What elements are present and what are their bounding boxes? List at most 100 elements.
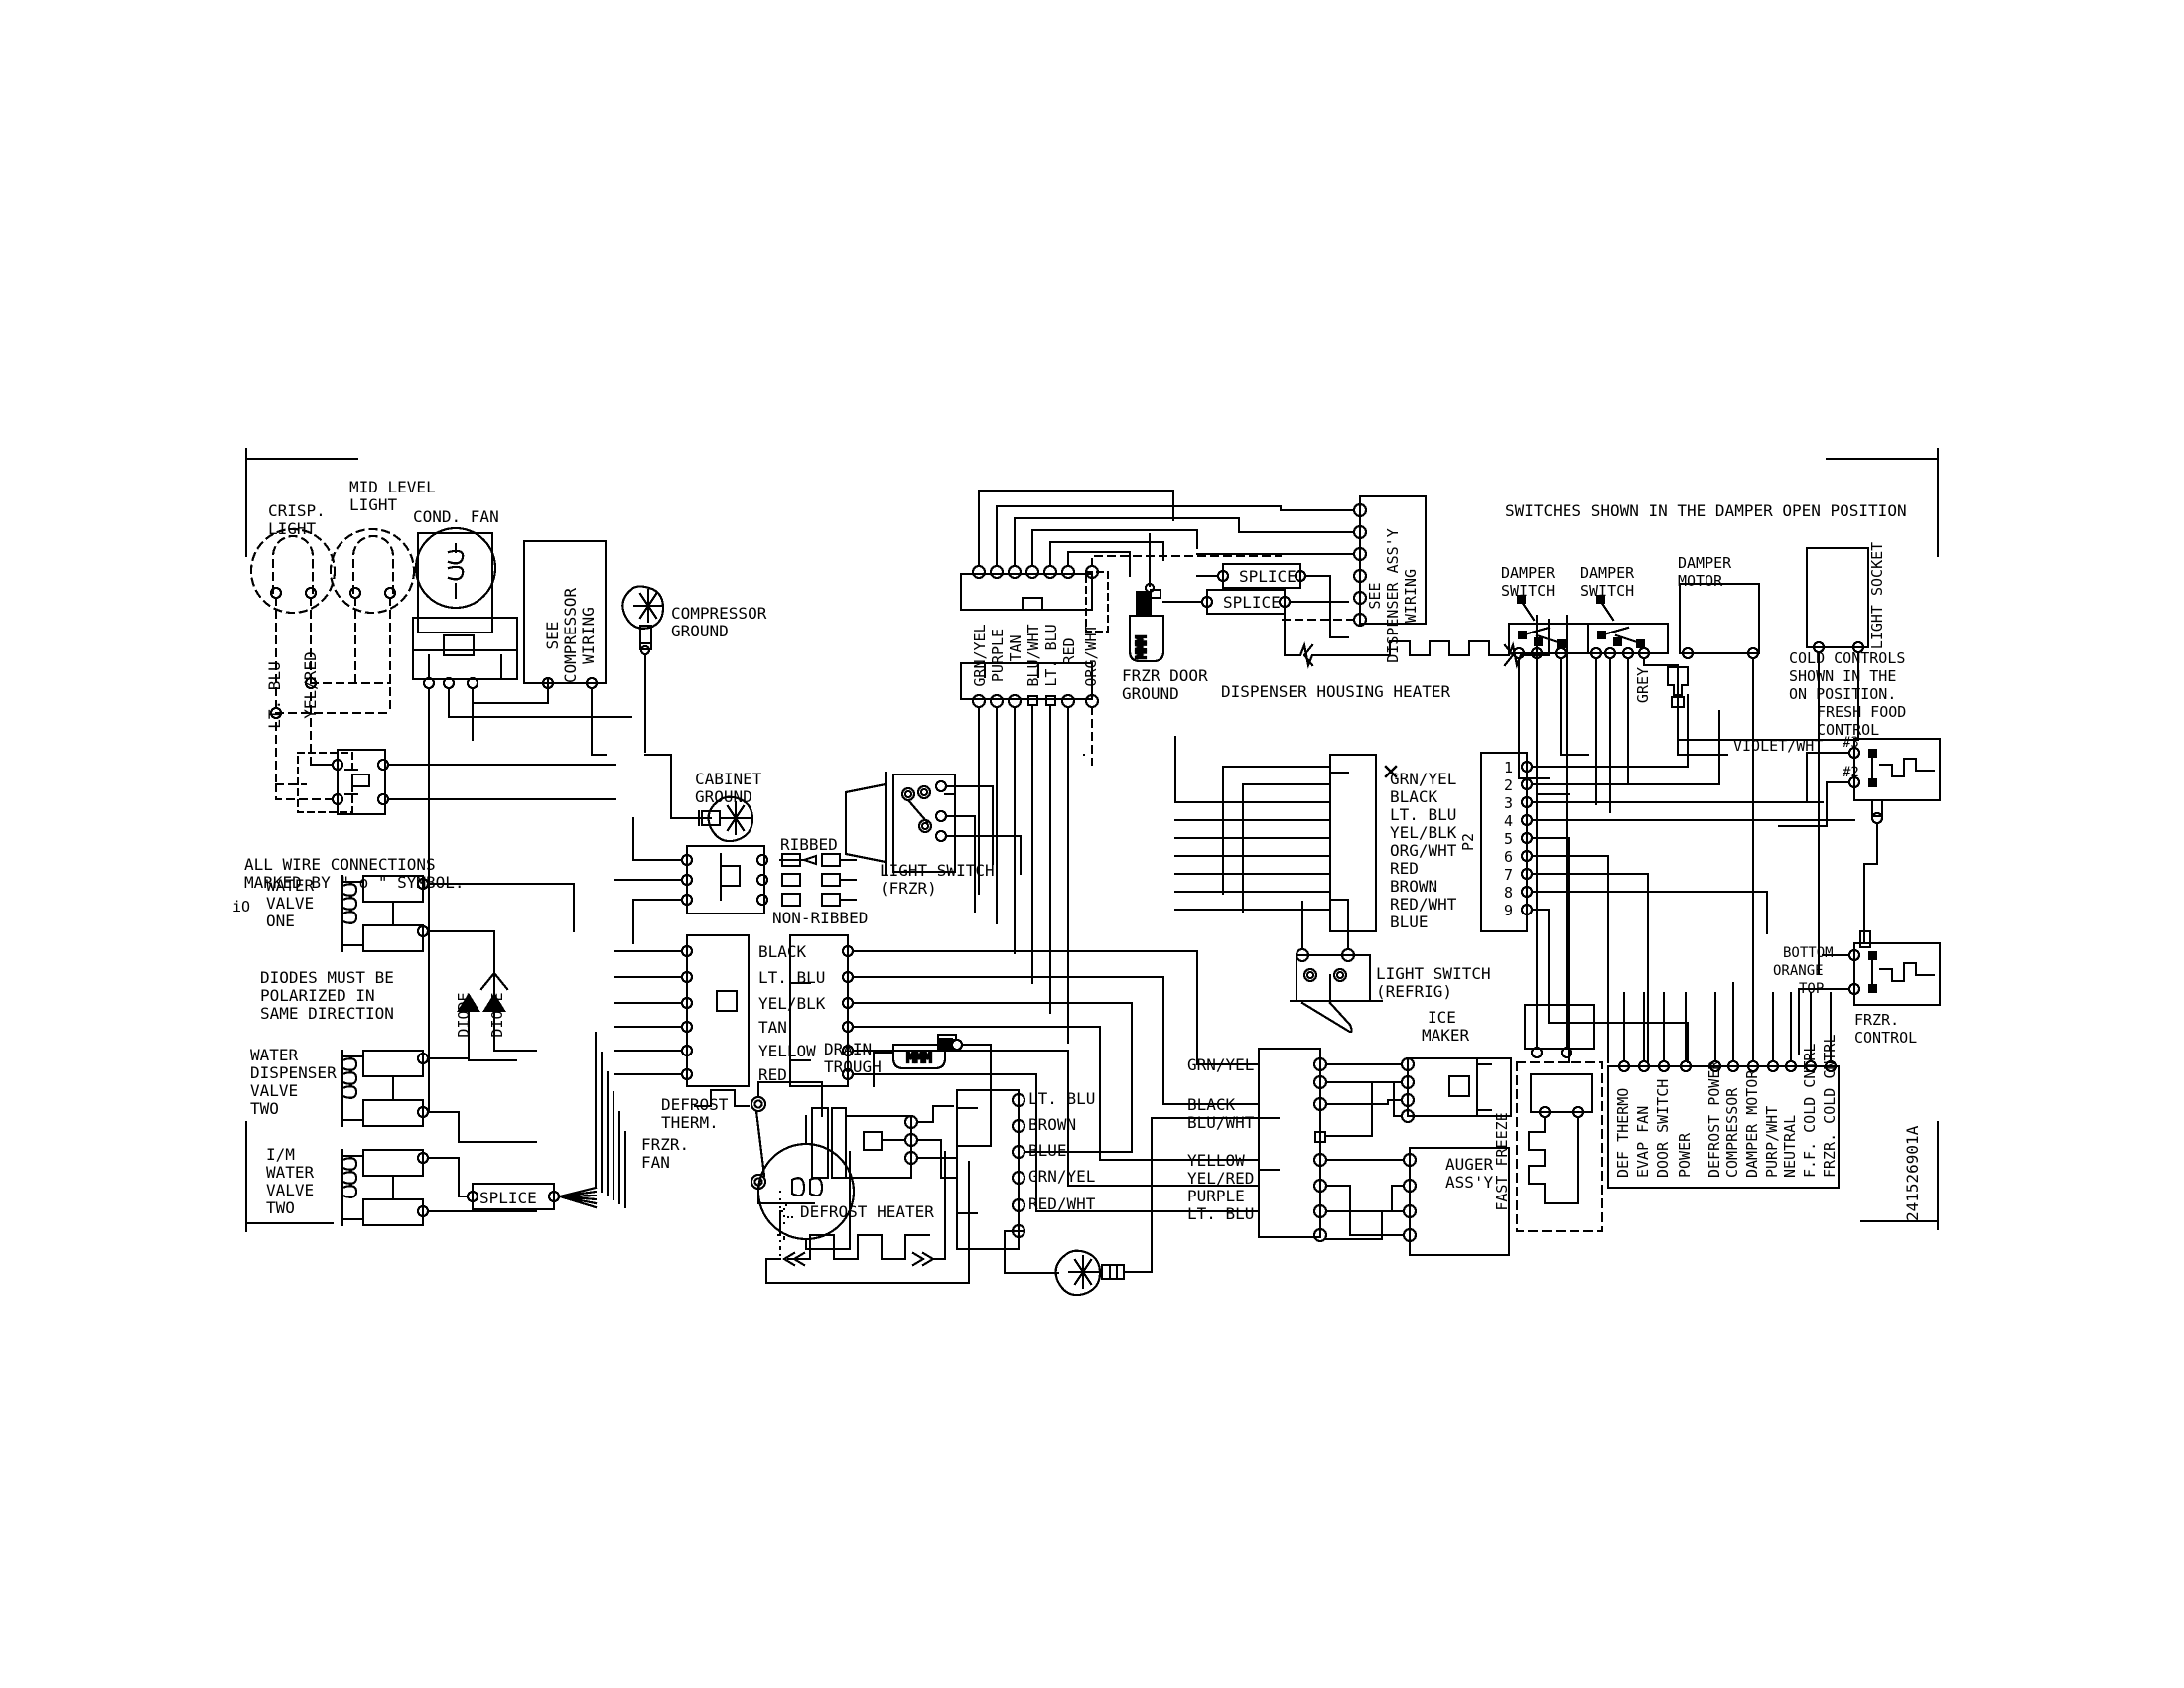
damper-switch-2-a: DAMPER: [1580, 564, 1635, 582]
light-socket-box: [1676, 546, 1870, 975]
see-compressor-wiring-2: COMPRESSOR: [561, 587, 580, 683]
defrost-therm-label-1: DEFROST: [661, 1095, 729, 1114]
board-left-feeders: [1173, 735, 1332, 914]
im-water-valve-two: [341, 1148, 538, 1227]
defrost-heater-switch: [810, 1104, 959, 1180]
fast-freeze-module: [1515, 1003, 1604, 1233]
see-compressor-wiring-3: WIRING: [579, 607, 598, 664]
im-wire-6: LT. BLU: [1187, 1204, 1254, 1223]
p2-pin-6: 6: [1504, 848, 1513, 866]
cb-term-8: NEUTRAL: [1781, 1115, 1799, 1178]
frzr-door-ground-label-1: FRZR DOOR: [1122, 666, 1208, 685]
frzr-control-b: CONTROL: [1854, 1029, 1917, 1047]
cabinet-wire-2: YEL/BLK: [758, 994, 826, 1013]
im-wire-5: PURPLE: [1187, 1187, 1245, 1205]
cb-term-5: COMPRESSOR: [1723, 1087, 1741, 1178]
p2-label: P2: [1459, 833, 1477, 851]
disp-wire-5: RED: [1060, 637, 1078, 664]
im-wire-4: YEL/RED: [1187, 1169, 1254, 1188]
water-dispenser-valve-two-b: DISPENSER: [250, 1063, 337, 1082]
damper-switch-2-b: SWITCH: [1580, 582, 1634, 600]
cb-term-6: DAMPER MOTOR: [1743, 1069, 1761, 1178]
compressor-ground-symbol: [621, 585, 665, 754]
water-valve-one-a: WATER: [266, 876, 315, 895]
fresh-food-control: [1777, 737, 1942, 945]
cabinet-wire-0: BLACK: [758, 942, 807, 961]
frzrfan-wire-2: BLUE: [1028, 1141, 1067, 1160]
disp-wire-4: LT. BLU: [1042, 624, 1060, 686]
frzrfan-wire-1: BROWN: [1028, 1115, 1076, 1134]
note-diodes-1: DIODES MUST BE: [260, 968, 394, 987]
ff-pin-3: #3: [1843, 735, 1859, 751]
cb-term-4: DEFROST POWER: [1706, 1060, 1723, 1178]
damper-switch-1-a: DAMPER: [1501, 564, 1556, 582]
frzrfan-wire-4: RED/WHT: [1028, 1195, 1096, 1213]
mb-wire-7: RED/WHT: [1390, 895, 1457, 914]
cabinet-wire-1: LT. BLU: [758, 968, 825, 987]
cb-term-3: POWER: [1676, 1132, 1694, 1178]
p2-pin-9: 9: [1504, 902, 1513, 919]
note-diodes-3: SAME DIRECTION: [260, 1004, 394, 1023]
disp-wire-1: PURPLE: [989, 629, 1007, 682]
p2-pin-8: 8: [1504, 884, 1513, 902]
see-dispenser-assy-2: DISPENSER ASS'Y: [1384, 528, 1402, 662]
im-water-valve-two-b: WATER: [266, 1163, 315, 1182]
note-diodes-2: POLARIZED IN: [260, 986, 375, 1005]
ice-maker-box: [1324, 1056, 1513, 1138]
diode-label-left: DIODE: [455, 992, 473, 1037]
dispenser-connector-upper: [959, 489, 1283, 612]
ribbed-label: RIBBED: [780, 835, 838, 854]
drain-trough-label-2: TROUGH: [824, 1057, 882, 1076]
ice-maker-label-2: MAKER: [1422, 1026, 1470, 1045]
auger-assy-label-2: ASS'Y: [1445, 1173, 1494, 1192]
grey-wire-label: GREY: [1634, 667, 1652, 703]
frzr-control-a: FRZR.: [1854, 1011, 1899, 1029]
cb-term-10: FRZR. COLD CNTRL: [1821, 1035, 1839, 1179]
crisp-light-label-1: CRISP.: [268, 501, 326, 520]
schematic-sheet: MMM MMM CRISP. LIGHT MID LEVEL LIGHT CON…: [0, 0, 2184, 1688]
vertical-risers-right: [1467, 977, 1624, 993]
compressor-ground-label-1: COMPRESSOR: [671, 604, 767, 623]
disp-wire-2: TAN: [1007, 634, 1024, 661]
p2-pin-5: 5: [1504, 830, 1513, 848]
water-valve-one-c: ONE: [266, 912, 295, 930]
see-dispenser-assy-1: SEE: [1366, 582, 1384, 609]
cb-term-0: DEF THERMO: [1614, 1088, 1632, 1178]
frzr-fan-ground-symbol: [1003, 1166, 1154, 1297]
disp-wire-3: BLU/WHT: [1024, 624, 1042, 686]
cond-fan-label: COND. FAN: [413, 507, 499, 526]
p2-pin-4: 4: [1504, 812, 1513, 830]
light-socket-label: LIGHT SOCKET: [1868, 542, 1886, 649]
cb-term-9: F.F. COLD CNTRL: [1801, 1044, 1819, 1178]
drain-trough-mmm: MMM: [906, 1051, 931, 1066]
defrost-therm-label-2: THERM.: [661, 1113, 719, 1132]
damper-motor-b: MOTOR: [1678, 572, 1723, 590]
p2-pin-7: 7: [1504, 866, 1513, 884]
mb-wire-0: GRN/YEL: [1390, 770, 1456, 788]
note-wire-connections-1: ALL WIRE CONNECTIONS: [244, 855, 436, 874]
mb-wire-2: LT. BLU: [1390, 805, 1456, 824]
ff-pin-2: #2: [1843, 765, 1859, 780]
light-switch-frzr-1: LIGHT SWITCH: [880, 861, 995, 880]
fast-freeze-label: FAST FREEZE: [1493, 1112, 1511, 1210]
cond-fan-motor: [411, 526, 519, 690]
top-label: TOP: [1799, 981, 1824, 997]
mb-wire-8: BLUE: [1390, 913, 1429, 931]
violet-wht-label: VIOLET/WHT: [1733, 737, 1823, 755]
frzr-door-ground-label-2: GROUND: [1122, 684, 1179, 703]
note-cold-controls-3: ON POSITION.: [1789, 685, 1896, 703]
cabinet-wire-3: TAN: [758, 1018, 787, 1037]
cabinet-wire-connector: [614, 933, 751, 1088]
wiring-diagram-svg: MMM MMM CRISP. LIGHT MID LEVEL LIGHT CON…: [232, 447, 1942, 1297]
mid-level-light-lamp: [329, 527, 416, 615]
damper-switch-1-b: SWITCH: [1501, 582, 1555, 600]
splice-label-d2: SPLICE: [1223, 593, 1281, 612]
im-wire-0: GRN/YEL: [1187, 1055, 1254, 1074]
frzr-door-ground: MMM: [1128, 489, 1175, 663]
center-column-drops: [975, 864, 1175, 912]
mb-wire-5: RED: [1390, 859, 1419, 878]
mb-wire-1: BLACK: [1390, 787, 1438, 806]
mid-level-light-label-2: LIGHT: [349, 495, 398, 514]
cb-term-2: DOOR SWITCH: [1654, 1079, 1672, 1178]
dispenser-housing-heater-label: DISPENSER HOUSING HEATER: [1221, 682, 1451, 701]
